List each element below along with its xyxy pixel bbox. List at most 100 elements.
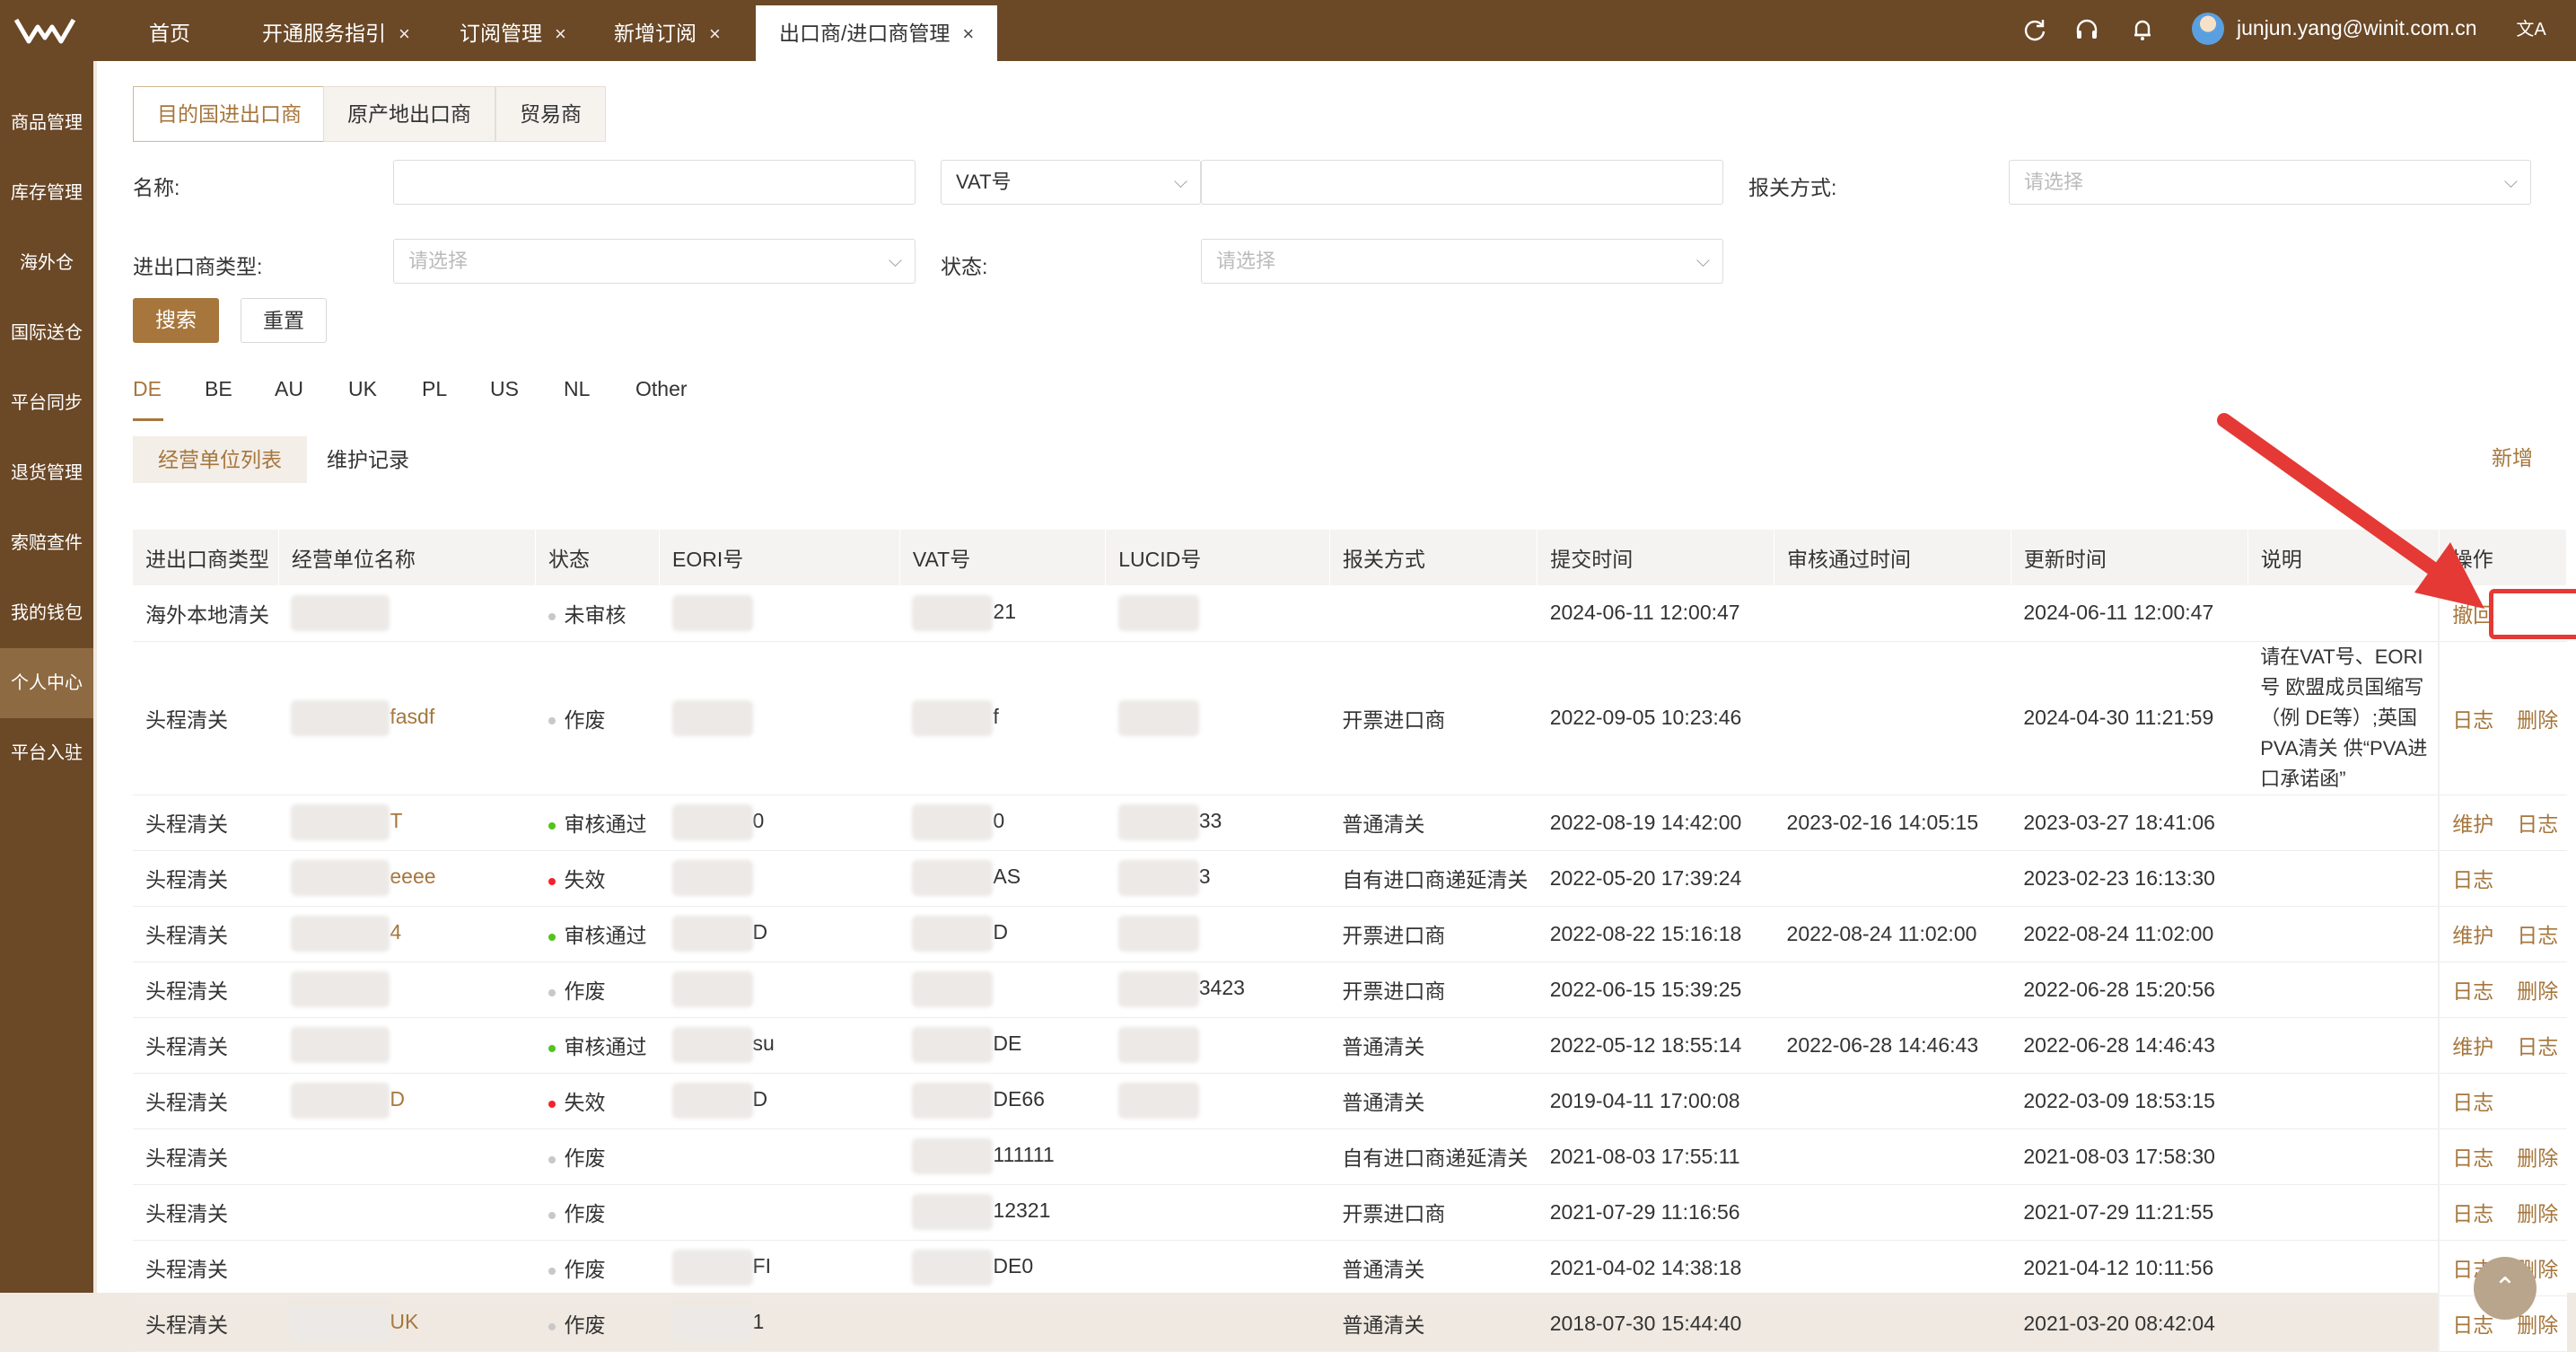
cell-name[interactable]: fasdf bbox=[278, 641, 536, 795]
action-log-button[interactable]: 日志 bbox=[2517, 812, 2558, 836]
action-log-button[interactable]: 日志 bbox=[2517, 924, 2558, 947]
cell-text: 头程清关 bbox=[145, 1202, 228, 1225]
action-log-button[interactable]: 日志 bbox=[2452, 1202, 2493, 1225]
sidebar-item-8[interactable]: 我的钱包 bbox=[0, 578, 93, 648]
sidebar-item-6[interactable]: 退货管理 bbox=[0, 438, 93, 508]
cell-name[interactable]: UK bbox=[278, 1295, 536, 1352]
country-tab-nl[interactable]: NL bbox=[564, 377, 590, 401]
cell-name[interactable] bbox=[278, 1128, 536, 1185]
column-header: 状态 bbox=[535, 530, 661, 585]
country-tab-uk[interactable]: UK bbox=[348, 377, 377, 401]
action-log-button[interactable]: 日志 bbox=[2452, 1091, 2493, 1114]
customs-select[interactable]: 请选择 ⌵ bbox=[2009, 160, 2531, 205]
sidebar-item-2[interactable]: 库存管理 bbox=[0, 158, 93, 228]
tab-5[interactable]: 出口商/进口商管理 × bbox=[756, 5, 998, 61]
refresh-icon[interactable] bbox=[2021, 16, 2048, 43]
cell-customs: 开票进口商 bbox=[1329, 906, 1538, 962]
type-select[interactable]: 请选择 ⌵ bbox=[393, 239, 916, 284]
cell-name[interactable]: 4 bbox=[278, 906, 536, 962]
action-log-button[interactable]: 日志 bbox=[2452, 1313, 2493, 1337]
cell-text: FI bbox=[752, 1254, 771, 1278]
cell-name[interactable] bbox=[278, 1017, 536, 1074]
avatar[interactable] bbox=[2192, 13, 2224, 45]
cell-submit: 2022-05-12 18:55:14 bbox=[1537, 1017, 1774, 1074]
table-row: 海外本地清关 未审核 21 2024-06-11 12:00:47 2024-06-11… bbox=[133, 585, 2567, 642]
close-icon[interactable]: × bbox=[962, 22, 974, 45]
cell-name[interactable] bbox=[278, 961, 536, 1018]
sidebar-item-5[interactable]: 平台同步 bbox=[0, 368, 93, 438]
cell-submit: 2021-04-02 14:38:18 bbox=[1537, 1240, 1774, 1296]
action-delete-button[interactable]: 删除 bbox=[2517, 979, 2558, 1003]
close-icon[interactable]: × bbox=[709, 22, 721, 45]
cell-eori bbox=[659, 585, 900, 642]
country-tab-de[interactable]: DE bbox=[133, 377, 162, 401]
action-maintain-button[interactable]: 维护 bbox=[2452, 812, 2493, 836]
search-button[interactable]: 搜索 bbox=[133, 298, 219, 343]
sidebar-item-10[interactable]: 平台入驻 bbox=[0, 718, 93, 788]
sidebar-item-7[interactable]: 索赔查件 bbox=[0, 508, 93, 578]
action-delete-button[interactable]: 删除 bbox=[2517, 1202, 2558, 1225]
tab-1[interactable]: 首页 bbox=[149, 5, 190, 61]
tab-label: 出口商/进口商管理 bbox=[779, 22, 951, 45]
tab-2[interactable]: 开通服务指引 × bbox=[262, 5, 410, 61]
user-email[interactable]: junjun.yang@winit.com.cn bbox=[2237, 0, 2477, 56]
sidebar-item-4[interactable]: 国际送仓 bbox=[0, 298, 93, 368]
back-to-top-button[interactable]: ⌃ bbox=[2474, 1257, 2537, 1320]
close-icon[interactable]: × bbox=[399, 22, 410, 45]
cell-submit: 2022-05-20 17:39:24 bbox=[1537, 850, 1774, 907]
country-tab-pl[interactable]: PL bbox=[422, 377, 447, 401]
subtab-2[interactable]: 维护记录 bbox=[302, 436, 434, 483]
cell-name[interactable]: T bbox=[278, 795, 536, 851]
sidebar-item-3[interactable]: 海外仓 bbox=[0, 228, 93, 298]
country-tab-be[interactable]: BE bbox=[205, 377, 232, 401]
action-delete-button[interactable]: 删除 bbox=[2517, 1146, 2558, 1170]
name-input[interactable] bbox=[393, 160, 916, 205]
cell-name[interactable] bbox=[278, 1240, 536, 1296]
action-log-button[interactable]: 日志 bbox=[2452, 708, 2493, 732]
action-maintain-button[interactable]: 维护 bbox=[2452, 924, 2493, 947]
cell-name[interactable]: eeee bbox=[278, 850, 536, 907]
tab-4[interactable]: 新增订阅 × bbox=[614, 5, 721, 61]
cell-text: 头程清关 bbox=[145, 979, 228, 1003]
cell-name[interactable] bbox=[278, 585, 536, 642]
cell-text: 自有进口商递延清关 bbox=[1342, 868, 1529, 891]
action-maintain-button[interactable]: 维护 bbox=[2452, 1035, 2493, 1058]
translate-icon[interactable]: 文A bbox=[2513, 16, 2549, 43]
table-row: 头程清关 作废 3423 开票进口商 2022-06-15 15:39:25 2022-0… bbox=[133, 961, 2567, 1018]
cell-text: 2021-07-29 11:16:56 bbox=[1549, 1199, 1740, 1224]
action-delete-button[interactable]: 删除 bbox=[2517, 708, 2558, 732]
type-tab-1[interactable]: 目的国进出口商 bbox=[133, 86, 326, 142]
cell-text: 头程清关 bbox=[145, 1258, 228, 1281]
cell-type: 头程清关 bbox=[133, 1073, 279, 1129]
headset-icon[interactable] bbox=[2073, 16, 2100, 43]
cell-text: 3423 bbox=[1198, 976, 1245, 1000]
cell-vat: DE0 bbox=[899, 1240, 1106, 1296]
cell-text: 头程清关 bbox=[145, 1091, 228, 1114]
country-tab-au[interactable]: AU bbox=[275, 377, 303, 401]
vat-input[interactable] bbox=[1201, 160, 1723, 205]
action-log-button[interactable]: 日志 bbox=[2452, 1146, 2493, 1170]
type-tab-2[interactable]: 原产地出口商 bbox=[323, 86, 495, 142]
cell-name[interactable] bbox=[278, 1184, 536, 1241]
action-delete-button[interactable]: 删除 bbox=[2517, 1313, 2558, 1337]
cell-text: 开票进口商 bbox=[1342, 707, 1446, 732]
country-tab-other[interactable]: Other bbox=[635, 377, 688, 401]
action-log-button[interactable]: 日志 bbox=[2452, 979, 2493, 1003]
status-text: 失效 bbox=[564, 868, 606, 891]
status-select[interactable]: 请选择 ⌵ bbox=[1201, 239, 1723, 284]
vat-type-select[interactable]: VAT号 ⌵ bbox=[941, 160, 1201, 205]
bell-icon[interactable] bbox=[2129, 16, 2156, 43]
cell-name[interactable]: D bbox=[278, 1073, 536, 1129]
action-log-button[interactable]: 日志 bbox=[2452, 868, 2493, 891]
type-tab-3[interactable]: 贸易商 bbox=[495, 86, 606, 142]
cell-text: 普通清关 bbox=[1342, 1258, 1425, 1281]
subtab-1[interactable]: 经营单位列表 bbox=[133, 436, 307, 483]
reset-button[interactable]: 重置 bbox=[241, 298, 327, 343]
tab-3[interactable]: 订阅管理 × bbox=[460, 5, 566, 61]
country-tab-us[interactable]: US bbox=[490, 377, 519, 401]
action-log-button[interactable]: 日志 bbox=[2517, 1035, 2558, 1058]
sidebar-item-1[interactable]: 商品管理 bbox=[0, 88, 93, 158]
close-icon[interactable]: × bbox=[555, 22, 566, 45]
winit-logo[interactable] bbox=[13, 13, 77, 48]
sidebar-item-9[interactable]: 个人中心 bbox=[0, 648, 93, 718]
